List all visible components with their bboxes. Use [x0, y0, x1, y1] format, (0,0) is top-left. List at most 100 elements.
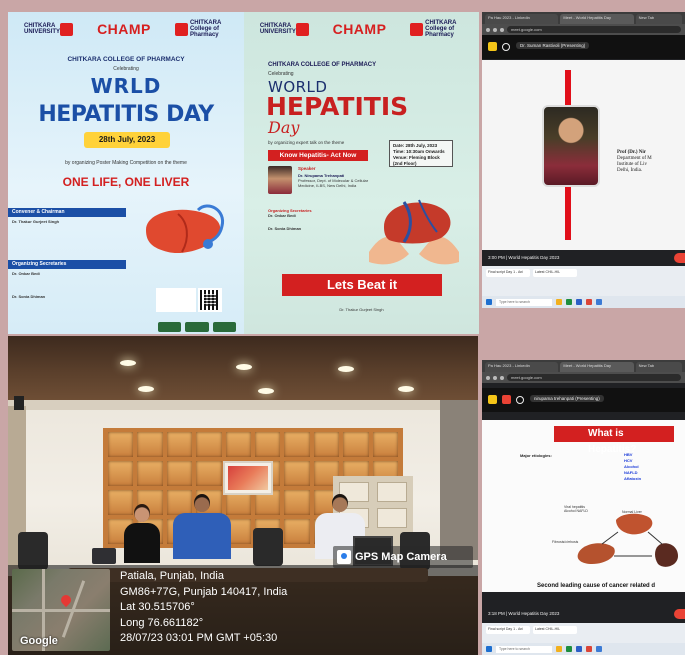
speaker-credentials: Prof (Dr.) Nir Department of M Institute…	[617, 150, 652, 174]
presenter-label: Dr. Suman Rastivoli (Presenting)	[516, 42, 590, 49]
chrome-icon[interactable]	[586, 299, 592, 305]
liver-progression-diagram	[577, 513, 678, 567]
word-icon[interactable]	[576, 646, 582, 652]
shared-slide-speaker-intro: Prof (Dr.) Nir Department of M Institute…	[482, 60, 685, 250]
etiology-item: Aflatoxin	[624, 476, 642, 481]
champ-logo: CHAMP	[332, 21, 387, 37]
chrome-icon[interactable]	[586, 646, 592, 652]
browser-tab[interactable]: New Tab	[635, 362, 683, 372]
world-heading: WRLD	[8, 74, 244, 98]
window-tab[interactable]: Latest CHIL-HIL	[533, 269, 577, 277]
address-field[interactable]: meet.google.com	[507, 26, 681, 33]
person-man-blue-shirt	[173, 494, 231, 559]
info-venue: Venue: Fleming Block (2nd Floor)	[393, 155, 440, 166]
footer-logos	[158, 322, 236, 332]
location-pin-icon	[58, 592, 74, 608]
windows-start-icon[interactable]	[486, 646, 492, 652]
gps-datetime: 28/07/23 03:01 PM GMT +05:30	[120, 632, 278, 644]
stop-presenting-icon[interactable]	[488, 42, 497, 51]
logo-text: CHITKARA College of Pharmacy	[189, 20, 222, 38]
browser-tab[interactable]: Pa Hau 2023 - Linkedin	[485, 14, 559, 24]
convener-block: Convener & Chairman Dr. Thakur Gurjeet S…	[8, 208, 126, 224]
world-text: WRLD	[90, 74, 162, 98]
ceiling-light	[120, 360, 136, 366]
gps-location: Patiala, Punjab, India	[120, 570, 224, 582]
poster-world-hepatitis-day-expert-talk: CHITKARA UNIVERSITY CHAMP CHITKARA Colle…	[244, 12, 479, 334]
convener-heading: Convener & Chairman	[8, 208, 126, 217]
end-call-icon[interactable]	[674, 609, 685, 619]
window-tab[interactable]: Final script Day 1 - Ani	[486, 269, 530, 277]
qr-code-icon	[198, 288, 222, 312]
forward-icon[interactable]	[493, 375, 497, 380]
ceiling-beam	[8, 400, 478, 410]
speaker-photo	[268, 166, 292, 194]
celebrating-text: Celebrating	[268, 71, 294, 77]
excel-icon[interactable]	[566, 646, 572, 652]
edge-icon[interactable]	[596, 646, 602, 652]
coordinators-block: Organizing Secretaries Dr. Onkar Bedi Dr…	[268, 208, 368, 231]
excel-icon[interactable]	[566, 299, 572, 305]
logo-square-icon	[410, 22, 424, 36]
secretaries-block: Organizing Secretaries Dr. Onkar Bedi Dr…	[8, 260, 126, 299]
browser-tab-active[interactable]: Meet - World Hepatitis Day	[560, 14, 634, 24]
logo-text: CHITKARA College of Pharmacy	[425, 20, 457, 38]
organizing-text: by organizing expert talk on the theme	[268, 140, 345, 145]
taskbar-search[interactable]: Type here to search	[496, 645, 552, 653]
browser-tab-bar: Pa Hau 2023 - Linkedin Meet - World Hepa…	[482, 360, 685, 372]
day-heading: Day	[268, 118, 300, 137]
logo-square-icon	[60, 22, 74, 36]
edge-icon[interactable]	[596, 299, 602, 305]
ceiling-light	[236, 364, 252, 370]
event-info-box: Date: 28th July, 2023 Time: 10:30am Onwa…	[389, 140, 453, 167]
address-field[interactable]: meet.google.com	[507, 374, 681, 381]
record-icon[interactable]	[502, 395, 511, 404]
presenter-label: nirupama trehanpati (Presenting)	[530, 395, 604, 402]
secretaries-heading: Organizing Secretaries	[8, 260, 126, 269]
file-explorer-icon[interactable]	[556, 299, 562, 305]
logo-text: CHITKARA UNIVERSITY	[259, 23, 296, 35]
eye-icon[interactable]	[516, 396, 524, 404]
browser-url-bar: meet.google.com	[482, 372, 685, 383]
windows-start-icon[interactable]	[486, 299, 492, 305]
speaker-photo	[542, 105, 600, 187]
person-woman	[120, 504, 164, 563]
chair	[253, 528, 283, 566]
end-call-icon[interactable]	[674, 253, 685, 263]
reload-icon[interactable]	[500, 27, 504, 32]
google-map-label: Google	[20, 635, 58, 647]
file-explorer-icon[interactable]	[556, 646, 562, 652]
logo-text: CHITKARA UNIVERSITY	[24, 23, 61, 35]
hepatitis-heading: HEPATITIS	[266, 92, 409, 121]
talk-theme: Know Hepatitis- Act Now	[268, 150, 368, 161]
reload-icon[interactable]	[500, 375, 504, 380]
browser-tab[interactable]: New Tab	[635, 14, 683, 24]
chief-patron: Dr. Thakur Gurjeet Singh	[339, 307, 384, 312]
ceiling-light	[138, 386, 154, 392]
secretary-2: Dr. Sonia Dhiman	[12, 294, 46, 299]
gps-details: Patiala, Punjab, India GM86+77G, Punjab …	[120, 569, 287, 647]
browser-tab[interactable]: Pa Hau 2023 - Linkedin	[485, 362, 559, 372]
window-tab[interactable]: Latest CHIL-HIL	[533, 626, 577, 634]
coordinator-2: Dr. Sonia Dhiman	[268, 226, 302, 231]
poster-world-hepatitis-day-competition: CHITKARA UNIVERSITY CHAMP CHITKARA Colle…	[8, 12, 244, 334]
eye-icon[interactable]	[502, 43, 510, 51]
poster2-logo-row: CHITKARA UNIVERSITY CHAMP CHITKARA Colle…	[244, 12, 479, 46]
window-tab[interactable]: Final script Day 1 - Ani	[486, 626, 530, 634]
forward-icon[interactable]	[493, 27, 497, 32]
lets-beat-it-banner: Lets Beat it	[282, 274, 442, 296]
second-window-tabs: Final script Day 1 - Ani Latest CHIL-HIL	[482, 266, 685, 280]
hands-holding-liver-illustration	[369, 199, 459, 265]
back-icon[interactable]	[486, 375, 490, 380]
etiology-list: HBV HCV Alcohol NAFLD Aflatoxin	[624, 452, 641, 482]
browser-tab-active[interactable]: Meet - World Hepatitis Day	[560, 362, 634, 372]
registration-note	[156, 288, 196, 312]
back-icon[interactable]	[486, 27, 490, 32]
taskbar-search[interactable]: Type here to search	[496, 298, 552, 306]
word-icon[interactable]	[576, 299, 582, 305]
meet-bottom-bar: 3:00 PM | World Hepatitis Day 2023	[482, 250, 685, 266]
college-name: CHITKARA COLLEGE OF PHARMACY	[268, 62, 377, 68]
gps-latitude: Lat 30.515706°	[120, 601, 195, 613]
college-name: CHITKARA COLLEGE OF PHARMACY	[67, 56, 185, 63]
chitkara-university-logo: CHITKARA UNIVERSITY	[259, 22, 309, 36]
stop-presenting-icon[interactable]	[488, 395, 497, 404]
